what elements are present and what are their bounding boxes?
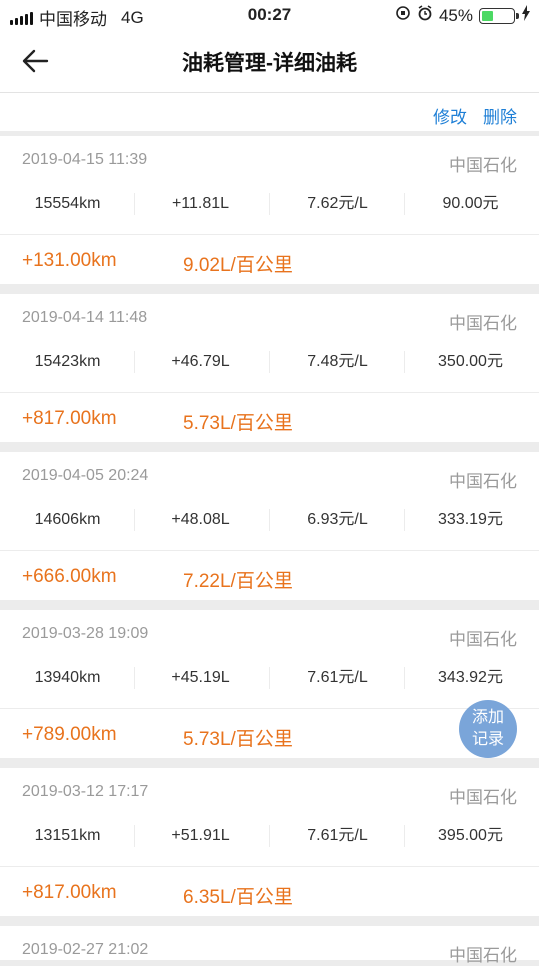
add-record-label-line2: 记录 — [471, 731, 504, 748]
status-right: 45% — [395, 5, 531, 26]
edit-button[interactable]: 修改 — [433, 103, 467, 128]
record-card[interactable]: 2019-02-27 21:02 中国石化 — [0, 926, 539, 965]
record-consumption: 6.35L/百公里 — [183, 887, 293, 908]
record-card[interactable]: 2019-03-12 17:17 中国石化 13151km +51.91L 7.6… — [0, 768, 539, 916]
record-volume: +11.81L — [171, 195, 230, 212]
record-datetime: 2019-03-28 19:09 — [22, 625, 149, 642]
page-title: 油耗管理-详细油耗 — [182, 52, 357, 75]
record-station: 中国石化 — [449, 788, 517, 807]
rotation-lock-icon — [395, 5, 411, 26]
record-amount: 343.92元 — [438, 669, 503, 686]
record-station: 中国石化 — [449, 946, 517, 965]
record-consumption: 9.02L/百公里 — [183, 255, 293, 276]
record-volume: +45.19L — [171, 669, 230, 686]
add-record-label-line1: 添加 — [471, 709, 504, 726]
delete-button[interactable]: 删除 — [483, 103, 517, 128]
record-odometer: 15423km — [34, 353, 101, 370]
add-record-button[interactable]: 添加 记录 — [459, 700, 517, 758]
record-price: 6.93元/L — [307, 511, 368, 528]
alarm-icon — [417, 5, 433, 26]
record-datetime: 2019-03-12 17:17 — [22, 783, 149, 800]
record-price: 7.61元/L — [307, 669, 368, 686]
record-amount: 333.19元 — [438, 511, 503, 528]
record-amount: 90.00元 — [442, 195, 499, 212]
record-distance: +817.00km — [22, 408, 117, 429]
record-volume: +51.91L — [171, 827, 230, 844]
record-card[interactable]: 2019-04-15 11:39 中国石化 15554km +11.81L 7.6… — [0, 136, 539, 284]
record-odometer: 14606km — [34, 511, 101, 528]
record-distance: +666.00km — [22, 566, 117, 587]
record-volume: +46.79L — [171, 353, 230, 370]
battery-percent: 45% — [438, 5, 473, 25]
record-distance: +817.00km — [22, 882, 117, 903]
nav-bar: 油耗管理-详细油耗 — [0, 30, 539, 93]
status-bar: 中国移动 4G 00:27 45% — [0, 0, 539, 30]
record-odometer: 13151km — [34, 827, 101, 844]
record-card[interactable]: 2019-04-14 11:48 中国石化 15423km +46.79L 7.4… — [0, 294, 539, 442]
record-datetime: 2019-02-27 21:02 — [22, 941, 149, 958]
record-station: 中国石化 — [449, 630, 517, 649]
battery-icon — [479, 7, 519, 24]
charging-icon — [521, 5, 531, 26]
record-station: 中国石化 — [449, 156, 517, 175]
record-price: 7.62元/L — [307, 195, 368, 212]
record-station: 中国石化 — [449, 314, 517, 333]
record-consumption: 5.73L/百公里 — [183, 413, 293, 434]
record-price: 7.61元/L — [307, 827, 368, 844]
action-bar: 修改 删除 — [0, 93, 539, 131]
record-amount: 350.00元 — [438, 353, 503, 370]
record-datetime: 2019-04-05 20:24 — [22, 467, 149, 484]
record-distance: +131.00km — [22, 250, 117, 271]
record-consumption: 5.73L/百公里 — [183, 729, 293, 750]
record-datetime: 2019-04-14 11:48 — [22, 309, 148, 326]
record-odometer: 15554km — [34, 195, 101, 212]
record-datetime: 2019-04-15 11:39 — [22, 151, 148, 168]
record-odometer: 13940km — [34, 669, 101, 686]
record-station: 中国石化 — [449, 472, 517, 491]
record-volume: +48.08L — [171, 511, 230, 528]
record-distance: +789.00km — [22, 724, 117, 745]
record-price: 7.48元/L — [307, 353, 368, 370]
record-card[interactable]: 2019-04-05 20:24 中国石化 14606km +48.08L 6.9… — [0, 452, 539, 600]
record-amount: 395.00元 — [438, 827, 503, 844]
record-consumption: 7.22L/百公里 — [183, 571, 293, 592]
